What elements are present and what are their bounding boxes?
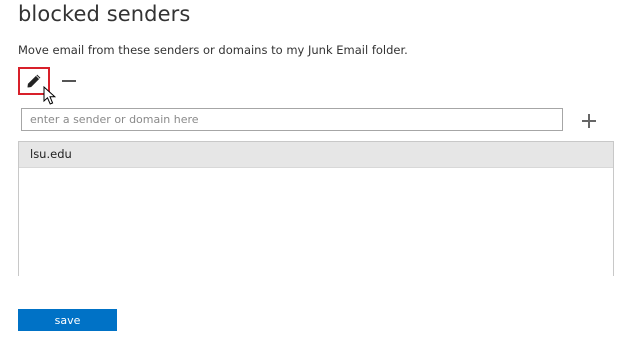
pencil-icon bbox=[27, 74, 41, 88]
blocked-senders-page: blocked senders Move email from these se… bbox=[0, 0, 617, 345]
page-description: Move email from these senders or domains… bbox=[18, 43, 408, 57]
page-title: blocked senders bbox=[18, 2, 191, 26]
edit-button[interactable] bbox=[18, 67, 50, 95]
sender-domain-input[interactable] bbox=[21, 108, 563, 131]
remove-button[interactable] bbox=[60, 72, 78, 90]
minus-icon bbox=[62, 80, 76, 82]
list-item-sender[interactable]: lsu.edu bbox=[19, 142, 613, 168]
blocked-senders-list[interactable]: lsu.edu bbox=[18, 141, 614, 276]
save-button[interactable]: save bbox=[18, 309, 117, 331]
add-button[interactable] bbox=[578, 110, 600, 132]
